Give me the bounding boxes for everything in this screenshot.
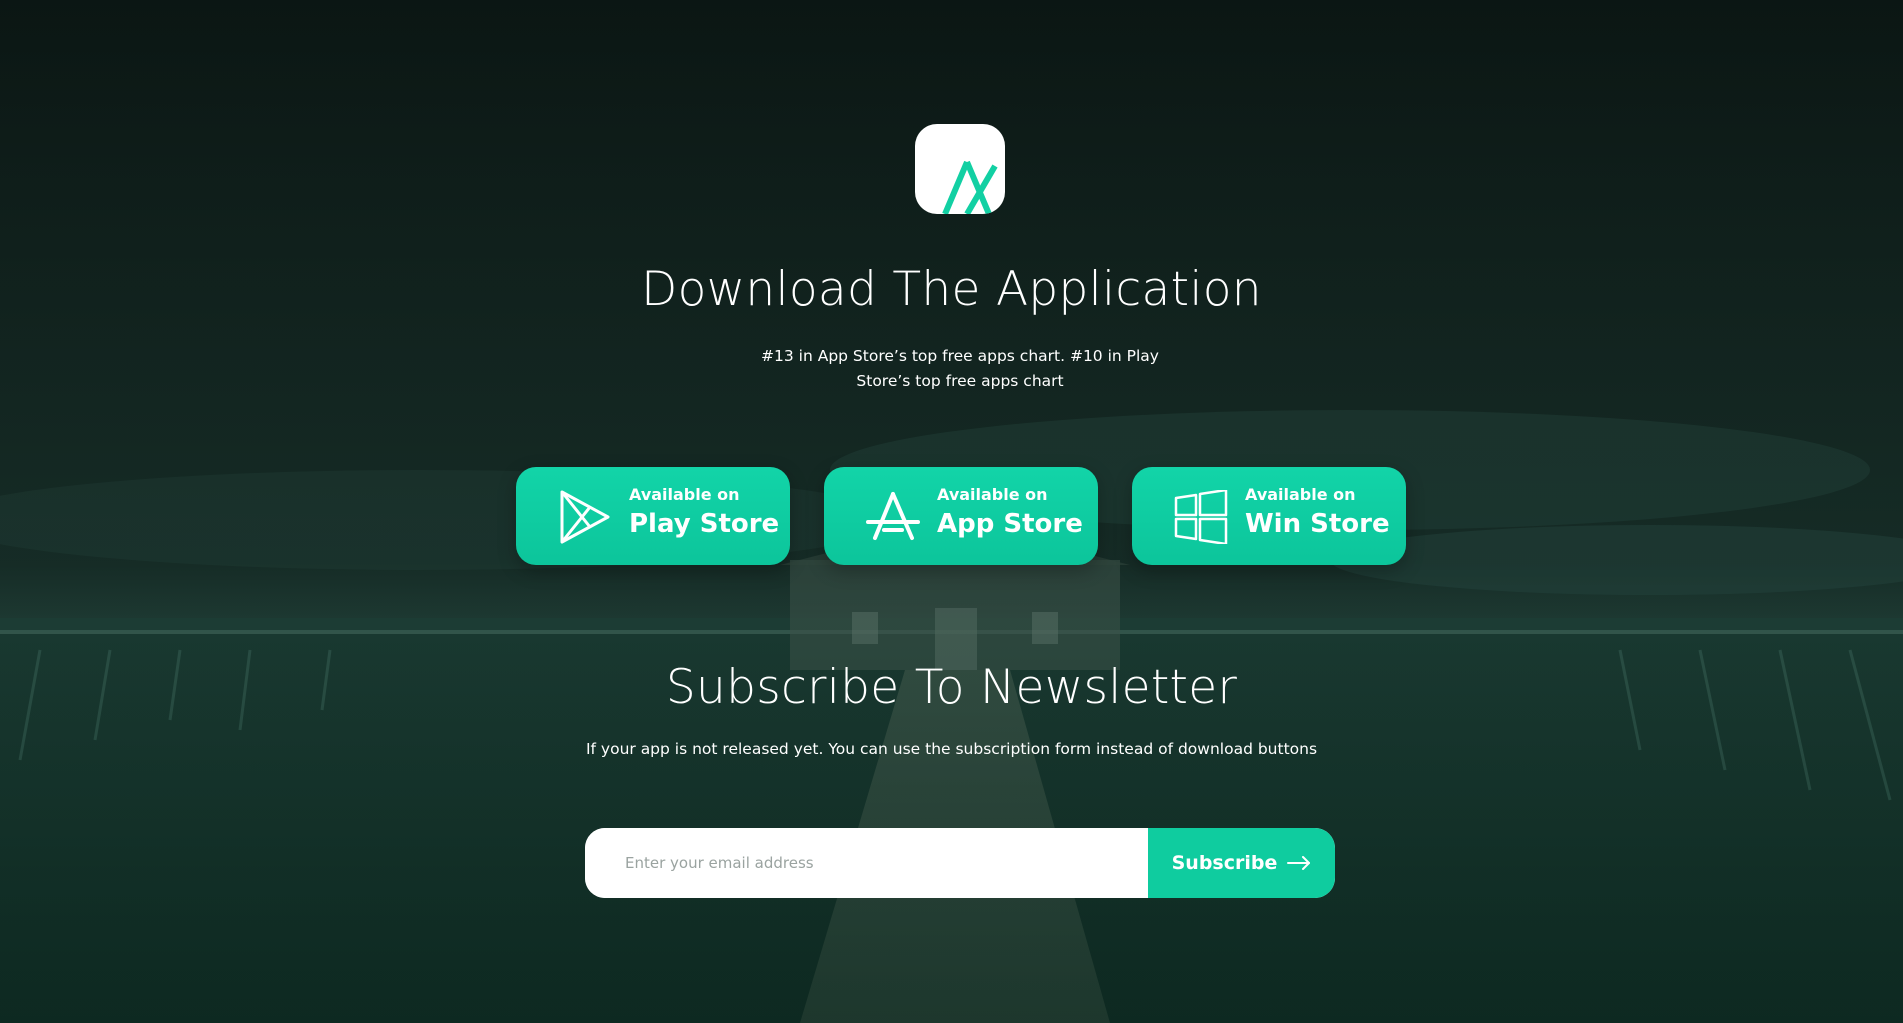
arrow-right-icon	[1287, 856, 1311, 870]
win-store-button[interactable]: Available on Win Store	[1132, 467, 1406, 565]
main-content: Download The Application #13 in App Stor…	[0, 0, 1903, 1023]
store-small-label: Available on	[1245, 485, 1356, 504]
email-input[interactable]	[585, 828, 1148, 898]
app-logo-icon	[942, 160, 998, 214]
subscribe-form: Subscribe	[585, 828, 1335, 898]
download-subtitle: #13 in App Store’s top free apps chart. …	[761, 347, 1159, 390]
store-big-label: Win Store	[1245, 509, 1390, 539]
windows-store-icon	[1174, 490, 1228, 544]
store-big-label: Play Store	[629, 509, 780, 539]
store-big-label: App Store	[937, 509, 1083, 539]
app-logo	[915, 124, 1005, 214]
subscribe-button-label: Subscribe	[1171, 852, 1278, 874]
app-store-icon	[866, 492, 920, 540]
newsletter-note: If your app is not released yet. You can…	[585, 740, 1318, 758]
play-store-icon	[560, 490, 610, 544]
store-small-label: Available on	[937, 485, 1048, 504]
newsletter-title: Subscribe To Newsletter	[665, 660, 1238, 715]
store-small-label: Available on	[629, 485, 740, 504]
app-store-button[interactable]: Available on App Store	[824, 467, 1098, 565]
play-store-button[interactable]: Available on Play Store	[516, 467, 790, 565]
subscribe-button[interactable]: Subscribe	[1148, 828, 1335, 898]
download-title: Download The Application	[641, 262, 1262, 317]
store-buttons: Available on Play Store Available on App…	[0, 467, 1903, 565]
app-landing-page: Download The Application #13 in App Stor…	[0, 0, 1903, 1023]
